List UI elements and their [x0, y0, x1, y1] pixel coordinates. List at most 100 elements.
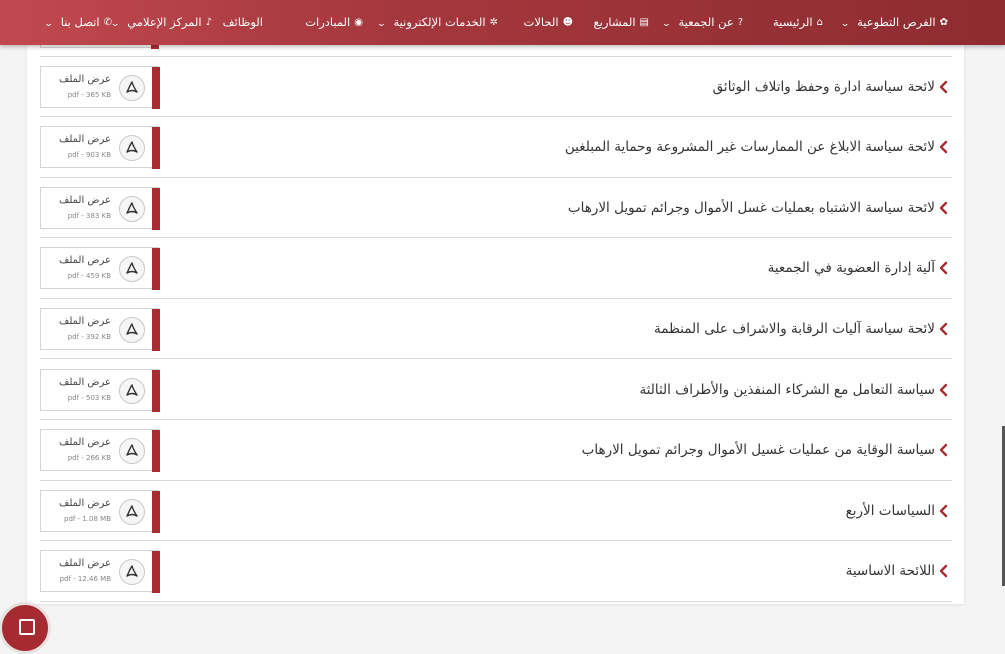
pdf-icon	[119, 559, 145, 586]
file-accent-bar	[152, 66, 160, 109]
view-file-button[interactable]: عرض الملف pdf - 1.08 MB	[40, 489, 160, 533]
document-title[interactable]: سياسة الوقاية من عمليات غسيل الأموال وجر…	[582, 442, 935, 458]
chevron-right-icon	[939, 565, 948, 578]
view-file-button[interactable]: عرض الملف pdf - 365 KB	[40, 65, 160, 109]
nav-item-label: الحالات	[523, 15, 559, 29]
projects-icon: ▤	[639, 17, 649, 28]
pdf-icon	[119, 74, 145, 101]
chevron-right-icon	[939, 443, 948, 457]
document-row: سياسة التعامل مع الشركاء المنفذين والأطر…	[40, 360, 952, 420]
previous-row-edge	[40, 45, 952, 57]
pdf-icon	[119, 377, 145, 404]
document-title[interactable]: سياسة التعامل مع الشركاء المنفذين والأطر…	[639, 382, 935, 398]
nav-item-label: الفرص التطوعية	[857, 15, 936, 29]
view-file-button[interactable]: عرض الملف pdf - 383 KB	[40, 186, 160, 230]
document-title[interactable]: آلية إدارة العضوية في الجمعية	[768, 260, 935, 276]
question-icon: ?	[737, 17, 743, 28]
file-meta: pdf - 903 KB	[67, 151, 111, 160]
previous-file-box-edge	[40, 45, 159, 48]
top-navbar: ✿ الفرص التطوعية ⌄ ⌂ الرئيسية? عن الجمعية ⌄ ▤ ال…	[0, 0, 1005, 45]
volunteer-icon: ✿	[939, 17, 948, 28]
nav-item-label: اتصل بنا	[60, 15, 100, 29]
floating-chat-button[interactable]	[0, 602, 51, 654]
chevron-down-icon: ⌄	[376, 17, 387, 28]
view-file-button[interactable]: عرض الملف pdf - 503 KB	[40, 368, 160, 412]
nav-item-label: الخدمات الإلكترونية	[393, 15, 486, 29]
file-accent-bar	[152, 369, 160, 412]
document-title[interactable]: لائحة سياسة الابلاغ عن الممارسات غير الم…	[565, 139, 935, 155]
document-row: لائحة سياسة ادارة وحفظ واتلاف الوثائق عرض…	[40, 57, 952, 117]
nav-item-label: الرئيسية	[773, 15, 813, 29]
view-file-label: عرض الملف	[58, 376, 111, 388]
nav-item-8[interactable]: ♪ المركز الإعلامي ⌄	[110, 0, 212, 45]
nav-item-label: المشاريع	[593, 15, 636, 29]
phone-icon: ✆	[103, 17, 112, 28]
file-accent-bar	[152, 551, 160, 594]
view-file-button[interactable]: عرض الملف pdf - 392 KB	[40, 307, 160, 351]
document-row: السياسات الأربع عرض الملف pdf - 1.08 MB	[40, 481, 952, 542]
nav-item-4[interactable]: ☻ الحالات	[524, 0, 573, 45]
initiatives-icon: ◉	[354, 17, 363, 28]
document-row: لائحة سياسة آليات الرقابة والاشراف على ا…	[40, 299, 952, 360]
nav-item-3[interactable]: ▤ المشاريع	[594, 0, 649, 45]
view-file-label: عرض الملف	[58, 73, 111, 85]
chevron-right-icon	[939, 383, 948, 396]
nav-item-label: المركز الإعلامي	[127, 15, 202, 29]
document-title[interactable]: السياسات الأربع	[846, 503, 935, 519]
chevron-right-icon	[939, 201, 948, 214]
chevron-down-icon: ⌄	[661, 17, 672, 28]
chevron-right-icon	[939, 504, 948, 517]
document-row: سياسة الوقاية من عمليات غسيل الأموال وجر…	[40, 421, 952, 481]
pdf-icon	[119, 316, 145, 343]
nav-item-label: الوظائف	[222, 15, 263, 29]
document-title[interactable]: لائحة سياسة الاشتباه بعمليات غسل الأموال…	[568, 200, 935, 216]
file-accent-bar	[152, 430, 160, 473]
view-file-label: عرض الملف	[58, 134, 111, 146]
file-accent-bar	[152, 490, 160, 533]
nav-item-0[interactable]: ✿ الفرص التطوعية ⌄	[840, 0, 948, 45]
pdf-icon	[119, 256, 145, 283]
file-accent-bar	[152, 187, 160, 230]
document-row: لائحة سياسة الاشتباه بعمليات غسل الأموال…	[40, 178, 952, 239]
document-title[interactable]: لائحة سياسة آليات الرقابة والاشراف على ا…	[654, 321, 935, 337]
view-file-label: عرض الملف	[58, 558, 111, 570]
nav-item-1[interactable]: ⌂ الرئيسية	[773, 0, 823, 45]
nav-item-6[interactable]: ◉ المبادرات	[305, 0, 363, 45]
view-file-label: عرض الملف	[58, 255, 111, 267]
pdf-icon	[119, 438, 145, 465]
chat-icon	[19, 619, 35, 635]
file-meta: pdf - 392 KB	[67, 332, 111, 341]
nav-item-2[interactable]: ? عن الجمعية ⌄	[661, 0, 743, 45]
view-file-button[interactable]: عرض الملف pdf - 266 KB	[40, 429, 160, 473]
view-file-label: عرض الملف	[58, 437, 111, 449]
view-file-label: عرض الملف	[58, 315, 111, 327]
file-meta: pdf - 1.08 MB	[64, 514, 111, 523]
nav-item-9[interactable]: ✆ اتصل بنا ⌄	[44, 0, 112, 45]
pdf-icon	[119, 498, 145, 525]
chevron-right-icon	[939, 140, 948, 154]
eservices-icon: ✲	[489, 17, 498, 28]
nav-item-label: المبادرات	[305, 15, 351, 29]
document-title[interactable]: اللائحة الاساسية	[846, 563, 935, 579]
previous-file-bar-edge	[151, 45, 159, 49]
file-meta: pdf - 383 KB	[67, 211, 111, 220]
view-file-button[interactable]: عرض الملف pdf - 903 KB	[40, 126, 160, 170]
chevron-down-icon: ⌄	[43, 17, 54, 28]
pdf-icon	[119, 135, 145, 162]
file-meta: pdf - 503 KB	[67, 393, 111, 402]
file-meta: pdf - 365 KB	[67, 90, 111, 99]
pdf-icon	[119, 195, 145, 222]
chevron-right-icon	[939, 80, 948, 93]
view-file-button[interactable]: عرض الملف pdf - 459 KB	[40, 247, 160, 291]
file-accent-bar	[152, 308, 160, 351]
nav-item-label: عن الجمعية	[678, 15, 734, 29]
nav-item-7[interactable]: الوظائف	[223, 0, 263, 45]
chevron-right-icon	[939, 262, 948, 275]
document-row: لائحة سياسة الابلاغ عن الممارسات غير الم…	[40, 118, 952, 178]
file-meta: pdf - 266 KB	[67, 454, 111, 463]
file-accent-bar	[152, 127, 160, 170]
view-file-button[interactable]: عرض الملف pdf - 12.46 MB	[40, 550, 160, 594]
document-title[interactable]: لائحة سياسة ادارة وحفظ واتلاف الوثائق	[713, 79, 935, 95]
nav-item-5[interactable]: ✲ الخدمات الإلكترونية ⌄	[376, 0, 498, 45]
file-meta: pdf - 459 KB	[67, 272, 111, 281]
